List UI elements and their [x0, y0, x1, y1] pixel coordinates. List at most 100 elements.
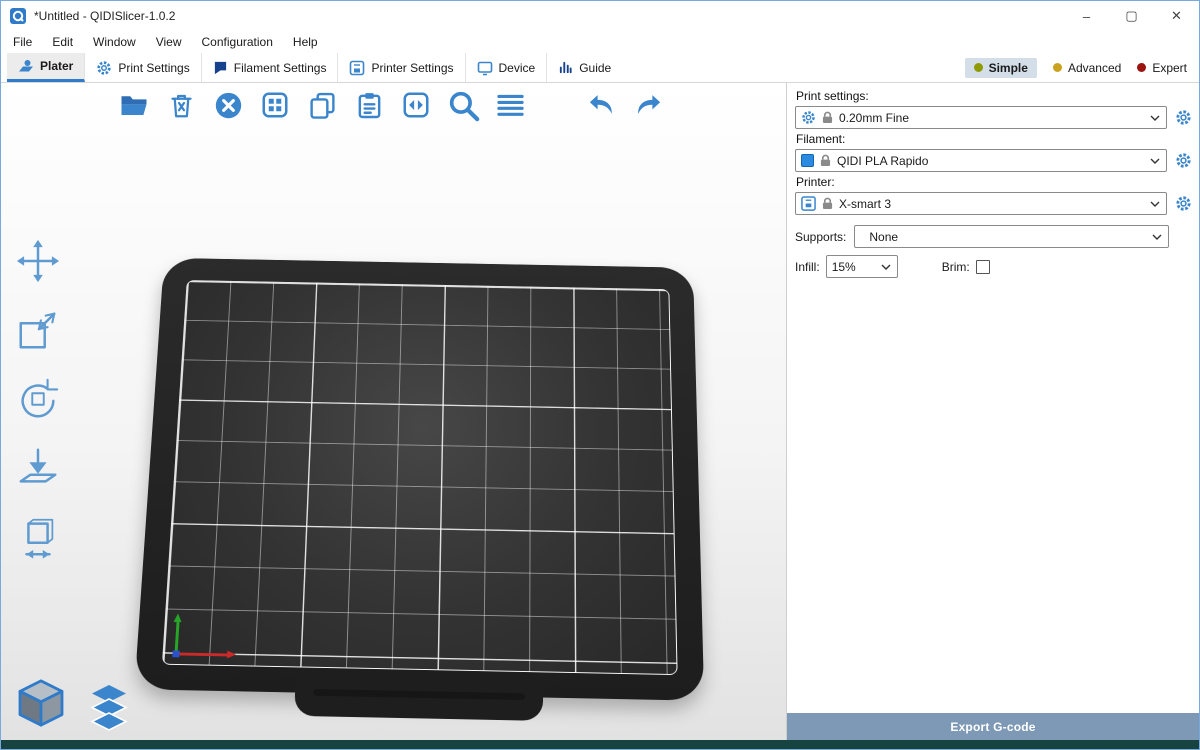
copy-button[interactable] [305, 88, 339, 122]
infill-select[interactable]: 15% [826, 255, 898, 278]
gear-icon [1175, 195, 1192, 212]
menu-window[interactable]: Window [83, 32, 146, 52]
print-settings-label: Print settings: [796, 89, 1193, 103]
main-area: Print settings: 0.20mm Fine [1, 83, 1199, 740]
print-profile-value: 0.20mm Fine [839, 111, 909, 125]
printer-icon [349, 60, 365, 76]
undo-icon [586, 90, 617, 121]
app-logo-icon [10, 8, 26, 24]
device-icon [477, 60, 493, 76]
place-on-face-tool-button[interactable] [13, 443, 63, 493]
mode-advanced[interactable]: Advanced [1053, 61, 1121, 75]
tab-bar: Plater Print Settings Filament Settings … [1, 53, 1199, 83]
search-button[interactable] [446, 88, 480, 122]
menu-edit[interactable]: Edit [42, 32, 83, 52]
3d-view-cube-icon [13, 675, 69, 731]
brim-label: Brim: [942, 260, 970, 274]
rotate-tool-button[interactable] [13, 374, 63, 424]
filament-select[interactable]: QIDI PLA Rapido [795, 149, 1167, 172]
copy-icon [308, 91, 337, 120]
tab-label: Device [499, 61, 536, 75]
print-profile-select[interactable]: 0.20mm Fine [795, 106, 1167, 129]
print-bed[interactable] [134, 258, 704, 701]
paste-button[interactable] [352, 88, 386, 122]
chevron-down-icon [1150, 201, 1160, 207]
print-settings-gear-button[interactable] [1173, 108, 1193, 128]
plater-icon [18, 58, 34, 74]
tab-label: Printer Settings [371, 61, 453, 75]
app-window: *Untitled - QIDISlicer-1.0.2 – ▢ ✕ File … [0, 0, 1200, 750]
mode-expert[interactable]: Expert [1137, 61, 1187, 75]
paste-icon [355, 91, 384, 120]
mirror-tool-button[interactable] [13, 512, 63, 562]
menu-help[interactable]: Help [283, 32, 328, 52]
tab-device[interactable]: Device [466, 53, 548, 82]
rotate-icon [15, 376, 61, 422]
chevron-down-icon [1150, 115, 1160, 121]
arrange-button[interactable] [258, 88, 292, 122]
brim-checkbox[interactable] [976, 260, 990, 274]
tab-print-settings[interactable]: Print Settings [85, 53, 201, 82]
minimize-button[interactable]: – [1064, 1, 1109, 31]
menu-configuration[interactable]: Configuration [192, 32, 283, 52]
trash-icon [168, 92, 195, 119]
filament-color-swatch [801, 154, 814, 167]
3d-viewport[interactable] [1, 83, 786, 740]
printer-value: X-smart 3 [839, 197, 891, 211]
delete-button[interactable] [164, 88, 198, 122]
filament-icon [213, 60, 228, 75]
supports-value: None [869, 230, 898, 244]
split-button[interactable] [399, 88, 433, 122]
export-gcode-button[interactable]: Export G-code [787, 713, 1199, 740]
3d-editor-view-button[interactable] [13, 675, 69, 734]
tab-label: Print Settings [118, 61, 189, 75]
menu-view[interactable]: View [146, 32, 192, 52]
window-controls: – ▢ ✕ [1064, 1, 1199, 31]
preview-layers-view-button[interactable] [85, 683, 133, 734]
x-axis-icon [174, 652, 228, 656]
mirror-icon [15, 514, 61, 560]
plater-toolbar [117, 88, 665, 122]
advanced-mode-dot-icon [1053, 63, 1062, 72]
search-icon [446, 88, 480, 122]
mode-simple[interactable]: Simple [965, 58, 1037, 78]
scale-tool-button[interactable] [13, 305, 63, 355]
close-button[interactable]: ✕ [1154, 1, 1199, 31]
mode-label: Expert [1152, 61, 1187, 75]
split-icon [401, 90, 431, 120]
place-on-face-icon [15, 445, 61, 491]
delete-all-button[interactable] [211, 88, 245, 122]
undo-button[interactable] [584, 88, 618, 122]
printer-select[interactable]: X-smart 3 [795, 192, 1167, 215]
arrange-icon [260, 90, 290, 120]
tab-guide[interactable]: Guide [547, 53, 622, 82]
z-axis-icon [172, 650, 179, 657]
supports-select[interactable]: None [854, 225, 1169, 248]
folder-open-icon [119, 90, 149, 120]
lock-icon [822, 111, 833, 124]
guide-icon [558, 60, 573, 75]
redo-button[interactable] [631, 88, 665, 122]
infill-label: Infill: [795, 260, 820, 274]
gear-icon [96, 60, 112, 76]
move-icon [15, 238, 61, 284]
open-button[interactable] [117, 88, 151, 122]
redo-icon [633, 90, 664, 121]
variable-layer-height-button[interactable] [493, 88, 527, 122]
print-bed-surface [162, 280, 678, 675]
settings-sidebar: Print settings: 0.20mm Fine [786, 83, 1199, 740]
filament-gear-button[interactable] [1173, 151, 1193, 171]
tab-plater[interactable]: Plater [7, 53, 85, 82]
expert-mode-dot-icon [1137, 63, 1146, 72]
move-tool-button[interactable] [13, 236, 63, 286]
printer-gear-button[interactable] [1173, 194, 1193, 214]
menu-file[interactable]: File [3, 32, 42, 52]
tab-printer-settings[interactable]: Printer Settings [338, 53, 465, 82]
lock-icon [822, 197, 833, 210]
supports-label: Supports: [795, 230, 846, 244]
mode-switcher: Simple Advanced Expert [965, 53, 1199, 82]
status-strip [1, 740, 1199, 749]
lock-icon [820, 154, 831, 167]
tab-filament-settings[interactable]: Filament Settings [202, 53, 339, 82]
maximize-button[interactable]: ▢ [1109, 1, 1154, 31]
